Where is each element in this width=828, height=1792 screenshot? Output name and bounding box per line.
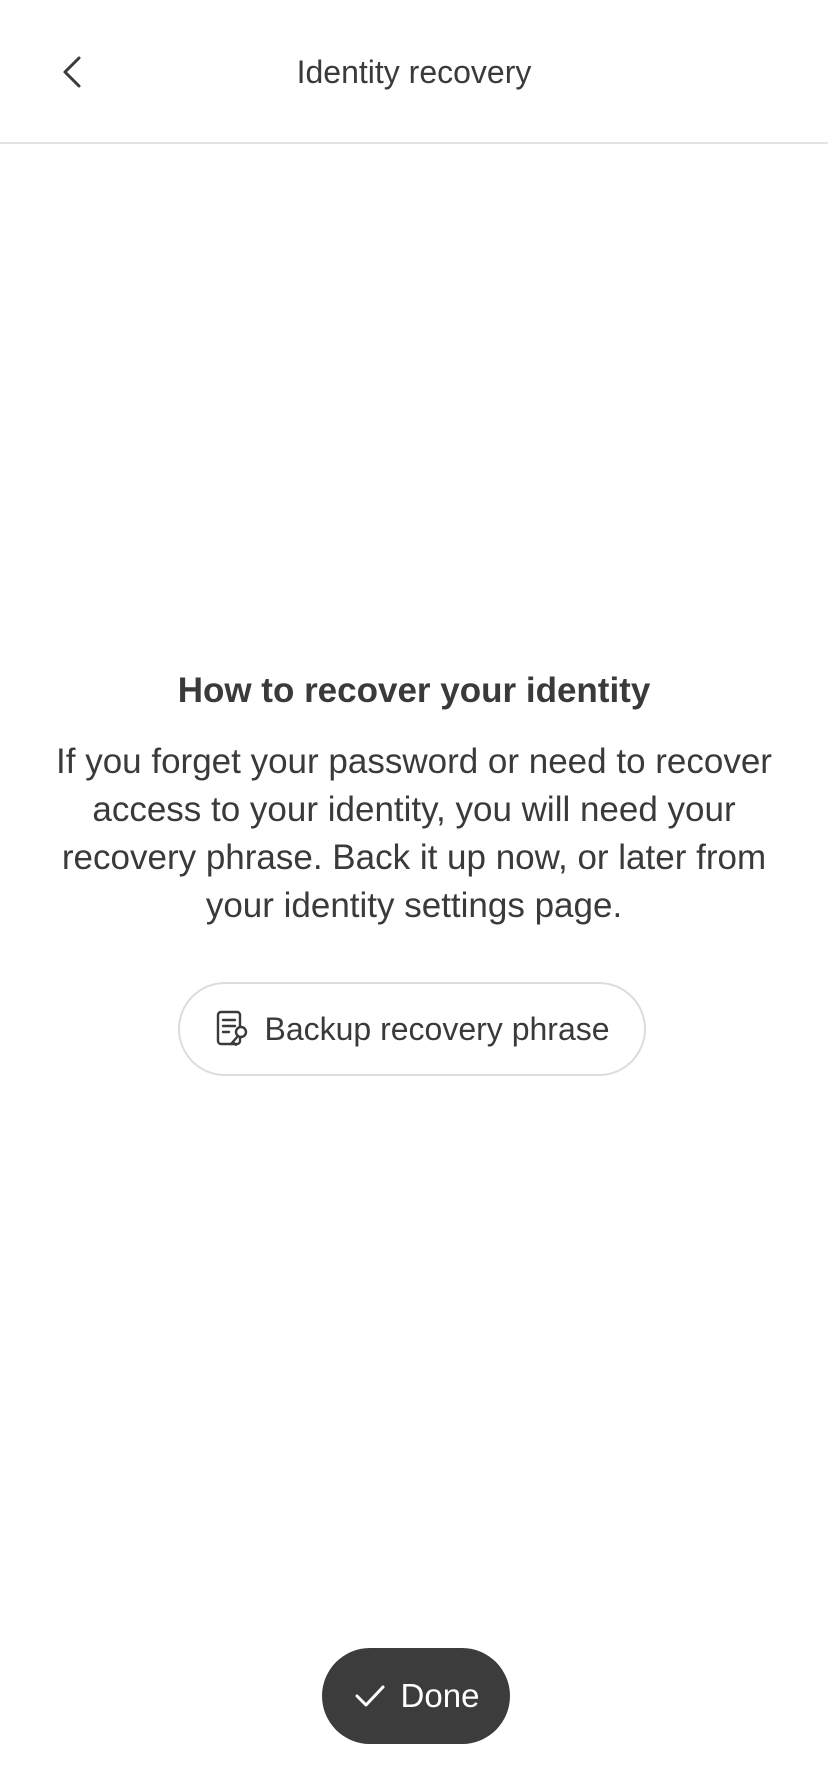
identity-recovery-screen: Identity recovery How to recover your id… [0,0,828,1792]
recovery-info: How to recover your identity If you forg… [0,666,828,930]
page-title: Identity recovery [296,54,532,90]
header-bar: Identity recovery [0,0,828,144]
document-key-icon [214,1009,250,1049]
backup-button-label: Backup recovery phrase [264,1011,610,1047]
section-heading: How to recover your identity [177,671,651,710]
backup-recovery-phrase-button[interactable]: Backup recovery phrase [178,982,646,1076]
done-button[interactable]: Done [322,1648,510,1744]
done-button-label: Done [400,1677,480,1714]
recovery-description: If you forget your password or need to r… [56,742,772,925]
checkmark-icon [353,1679,387,1713]
